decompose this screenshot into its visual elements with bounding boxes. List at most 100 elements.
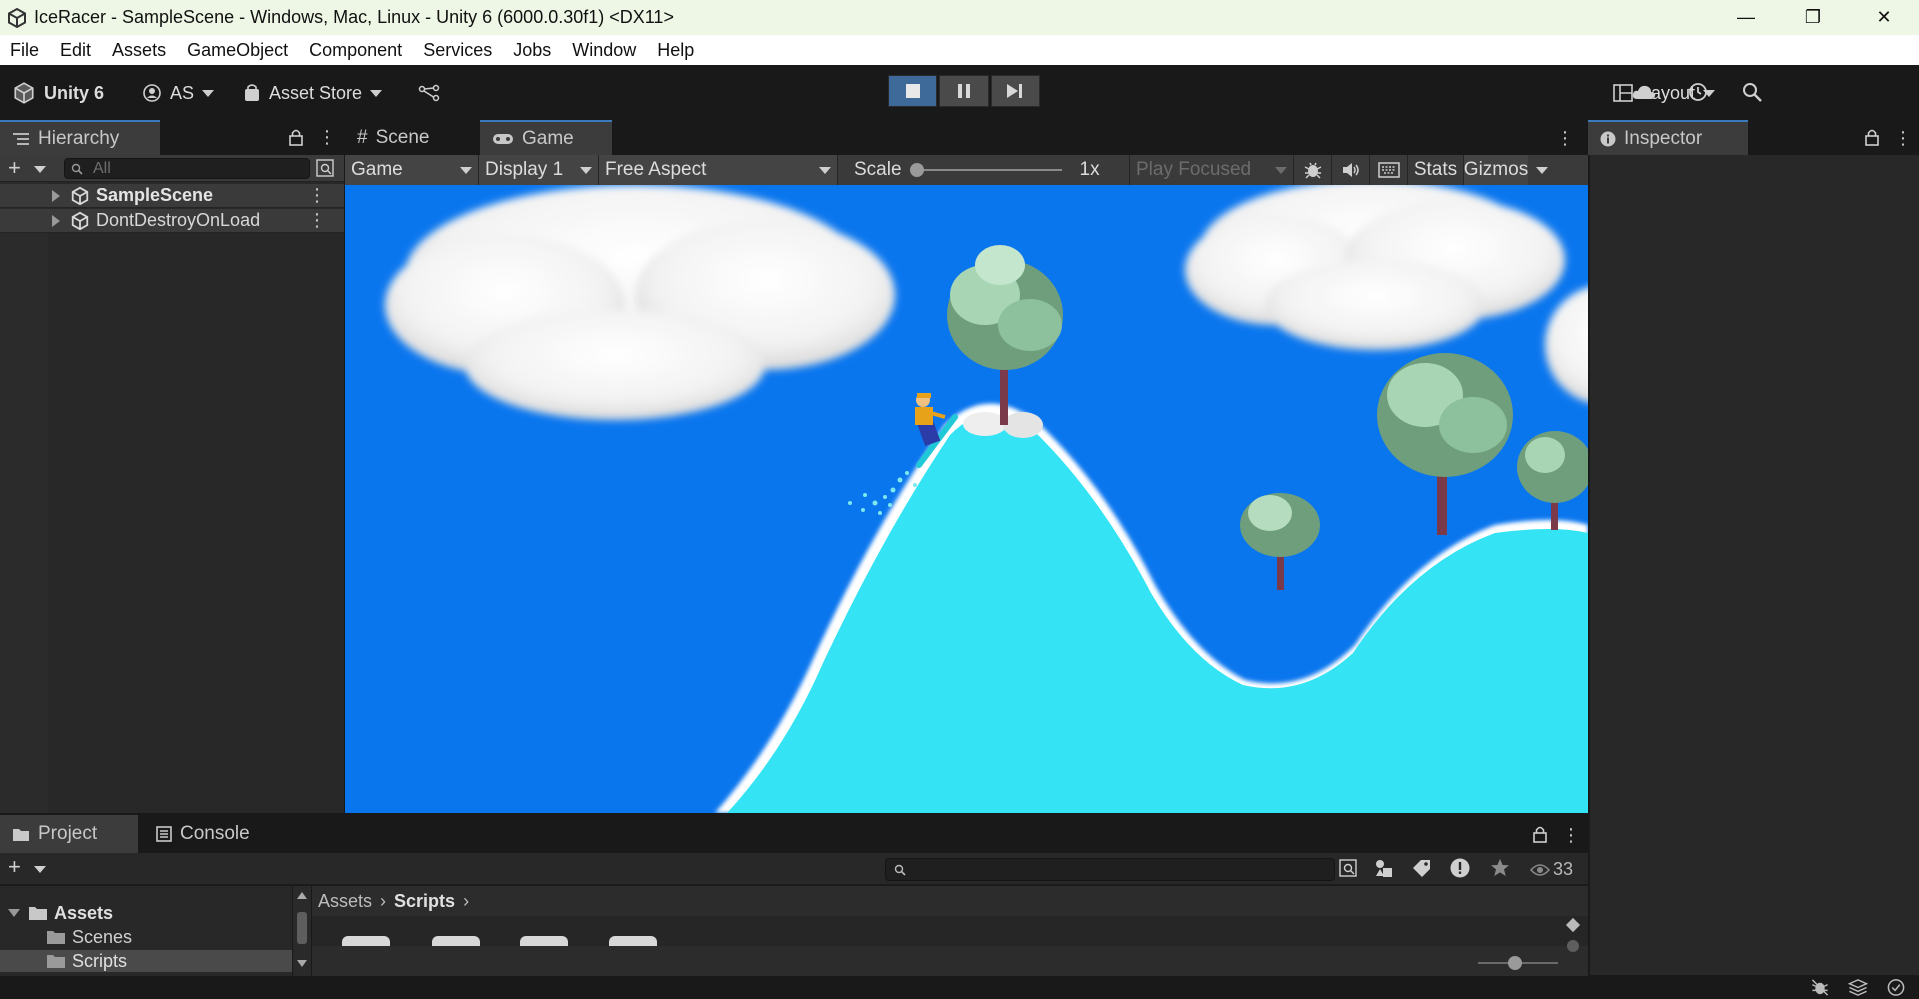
gizmos-toggle[interactable]: Gizmos (1464, 155, 1528, 185)
kebab-menu-icon[interactable]: ⋮ (1894, 128, 1912, 149)
hidden-packages-toggle[interactable]: 33 (1530, 859, 1573, 880)
game-mode-dropdown[interactable]: Game (345, 155, 479, 185)
layers-icon[interactable] (1848, 978, 1868, 997)
menu-window[interactable]: Window (572, 40, 636, 61)
play-focused-dropdown[interactable]: Play Focused (1130, 155, 1294, 185)
chevron-right-icon: › (380, 890, 387, 911)
game-mode-label: Game (351, 159, 403, 180)
tab-inspector[interactable]: Inspector (1588, 120, 1748, 156)
aspect-dropdown[interactable]: Free Aspect (599, 155, 838, 185)
script-file-icon[interactable] (432, 936, 480, 946)
tab-project[interactable]: Project (0, 815, 138, 853)
search-by-type-icon[interactable] (1339, 859, 1357, 882)
search-icon (894, 864, 906, 876)
version-control-button[interactable] (418, 78, 440, 108)
display-dropdown[interactable]: Display 1 (479, 155, 599, 185)
check-circle-icon[interactable] (1886, 978, 1906, 997)
hierarchy-item-samplescene[interactable]: SampleScene ⋮ (0, 184, 344, 208)
history-icon[interactable] (1684, 78, 1712, 106)
tab-scene[interactable]: # Scene (345, 120, 465, 156)
add-icon[interactable]: + (8, 856, 21, 878)
game-view-tabbar: # Scene Game ⋮ (345, 120, 1588, 156)
menu-file[interactable]: File (10, 40, 39, 61)
search-by-type-icon[interactable] (316, 159, 334, 182)
scale-slider[interactable] (909, 163, 1062, 177)
script-file-icon[interactable] (520, 936, 568, 946)
minimize-button[interactable]: — (1717, 0, 1775, 35)
menu-edit[interactable]: Edit (60, 40, 91, 61)
breadcrumb-scripts[interactable]: Scripts (394, 891, 455, 912)
tree-item-assets[interactable]: Assets (0, 902, 292, 924)
script-file-icon[interactable] (342, 936, 390, 946)
tree-item-scenes[interactable]: Scenes (0, 926, 292, 948)
tab-console[interactable]: Console (144, 815, 274, 853)
tree-scrollbar[interactable] (293, 886, 311, 976)
file-scrollbar[interactable] (1565, 917, 1581, 970)
audio-icon[interactable] (1332, 155, 1370, 185)
chevron-down-icon[interactable] (34, 866, 46, 873)
play-button[interactable] (888, 75, 938, 107)
menu-component[interactable]: Component (309, 40, 402, 61)
breadcrumb-assets[interactable]: Assets (318, 891, 372, 912)
cloud-icon[interactable] (1630, 78, 1658, 106)
chevron-down-icon[interactable] (34, 166, 46, 173)
unity-logo-icon (14, 82, 34, 104)
asset-store-dropdown[interactable]: Asset Store (243, 78, 383, 108)
lock-icon[interactable] (1864, 128, 1880, 151)
menu-jobs[interactable]: Jobs (513, 40, 551, 61)
warning-icon[interactable] (1450, 858, 1470, 883)
game-viewport[interactable] (345, 185, 1588, 813)
unity-account-button[interactable]: Unity 6 (12, 78, 104, 108)
tree-item-scripts[interactable]: Scripts (0, 950, 292, 972)
stats-toggle[interactable]: Stats (1408, 155, 1464, 185)
lock-icon[interactable] (1532, 825, 1548, 848)
console-tab-label: Console (180, 823, 250, 844)
pause-button[interactable] (939, 75, 989, 107)
kebab-menu-icon[interactable]: ⋮ (308, 210, 326, 231)
kebab-menu-icon[interactable]: ⋮ (1562, 825, 1580, 846)
slider-handle[interactable] (909, 163, 924, 177)
hierarchy-item-dontdestroyonload[interactable]: DontDestroyOnLoad ⋮ (0, 209, 344, 233)
expand-arrow-icon[interactable] (52, 189, 60, 202)
kebab-menu-icon[interactable]: ⋮ (308, 185, 326, 206)
asset-store-label: Asset Store (269, 82, 363, 103)
step-button[interactable] (990, 75, 1040, 107)
menu-services[interactable]: Services (423, 40, 492, 61)
bug-icon[interactable] (1294, 155, 1332, 185)
project-toolbar: + 33 (0, 853, 1588, 885)
gizmos-dropdown[interactable] (1528, 155, 1556, 185)
collapse-arrow-icon[interactable] (8, 909, 20, 917)
script-file-icon[interactable] (609, 936, 657, 946)
label-icon[interactable] (1412, 859, 1432, 882)
tree-item-label: Scripts (72, 950, 128, 971)
info-icon (1600, 131, 1616, 147)
maximize-button[interactable]: ❐ (1784, 0, 1842, 35)
kebab-menu-icon[interactable]: ⋮ (318, 128, 336, 146)
scrollbar-thumb[interactable] (297, 912, 307, 944)
hierarchy-panel: + All (0, 155, 344, 813)
kebab-menu-icon[interactable]: ⋮ (1556, 128, 1574, 149)
hierarchy-item-label: DontDestroyOnLoad (96, 210, 261, 230)
menu-assets[interactable]: Assets (112, 40, 166, 61)
star-icon[interactable] (1490, 858, 1510, 883)
filter-by-type-icon[interactable] (1374, 858, 1394, 883)
scale-value: 1x (1079, 159, 1100, 180)
slider-handle[interactable] (1508, 956, 1522, 970)
debug-icon[interactable] (1810, 978, 1830, 997)
eye-icon (1530, 863, 1550, 876)
hash-icon: # (357, 127, 368, 148)
keyboard-icon[interactable] (1370, 155, 1408, 185)
tab-hierarchy[interactable]: Hierarchy (0, 120, 160, 156)
hierarchy-search-input[interactable]: All (64, 158, 310, 179)
menu-gameobject[interactable]: GameObject (187, 40, 288, 61)
search-icon[interactable] (1738, 78, 1766, 106)
tab-game[interactable]: Game (480, 120, 612, 156)
project-search-input[interactable] (885, 858, 1335, 881)
lock-icon[interactable] (288, 128, 304, 151)
expand-arrow-icon[interactable] (52, 214, 60, 227)
menu-help[interactable]: Help (657, 40, 694, 61)
add-icon[interactable]: + (8, 157, 21, 179)
account-dropdown[interactable]: AS (142, 78, 215, 108)
close-button[interactable]: ✕ (1855, 0, 1913, 35)
unity-scene-icon (71, 211, 89, 230)
